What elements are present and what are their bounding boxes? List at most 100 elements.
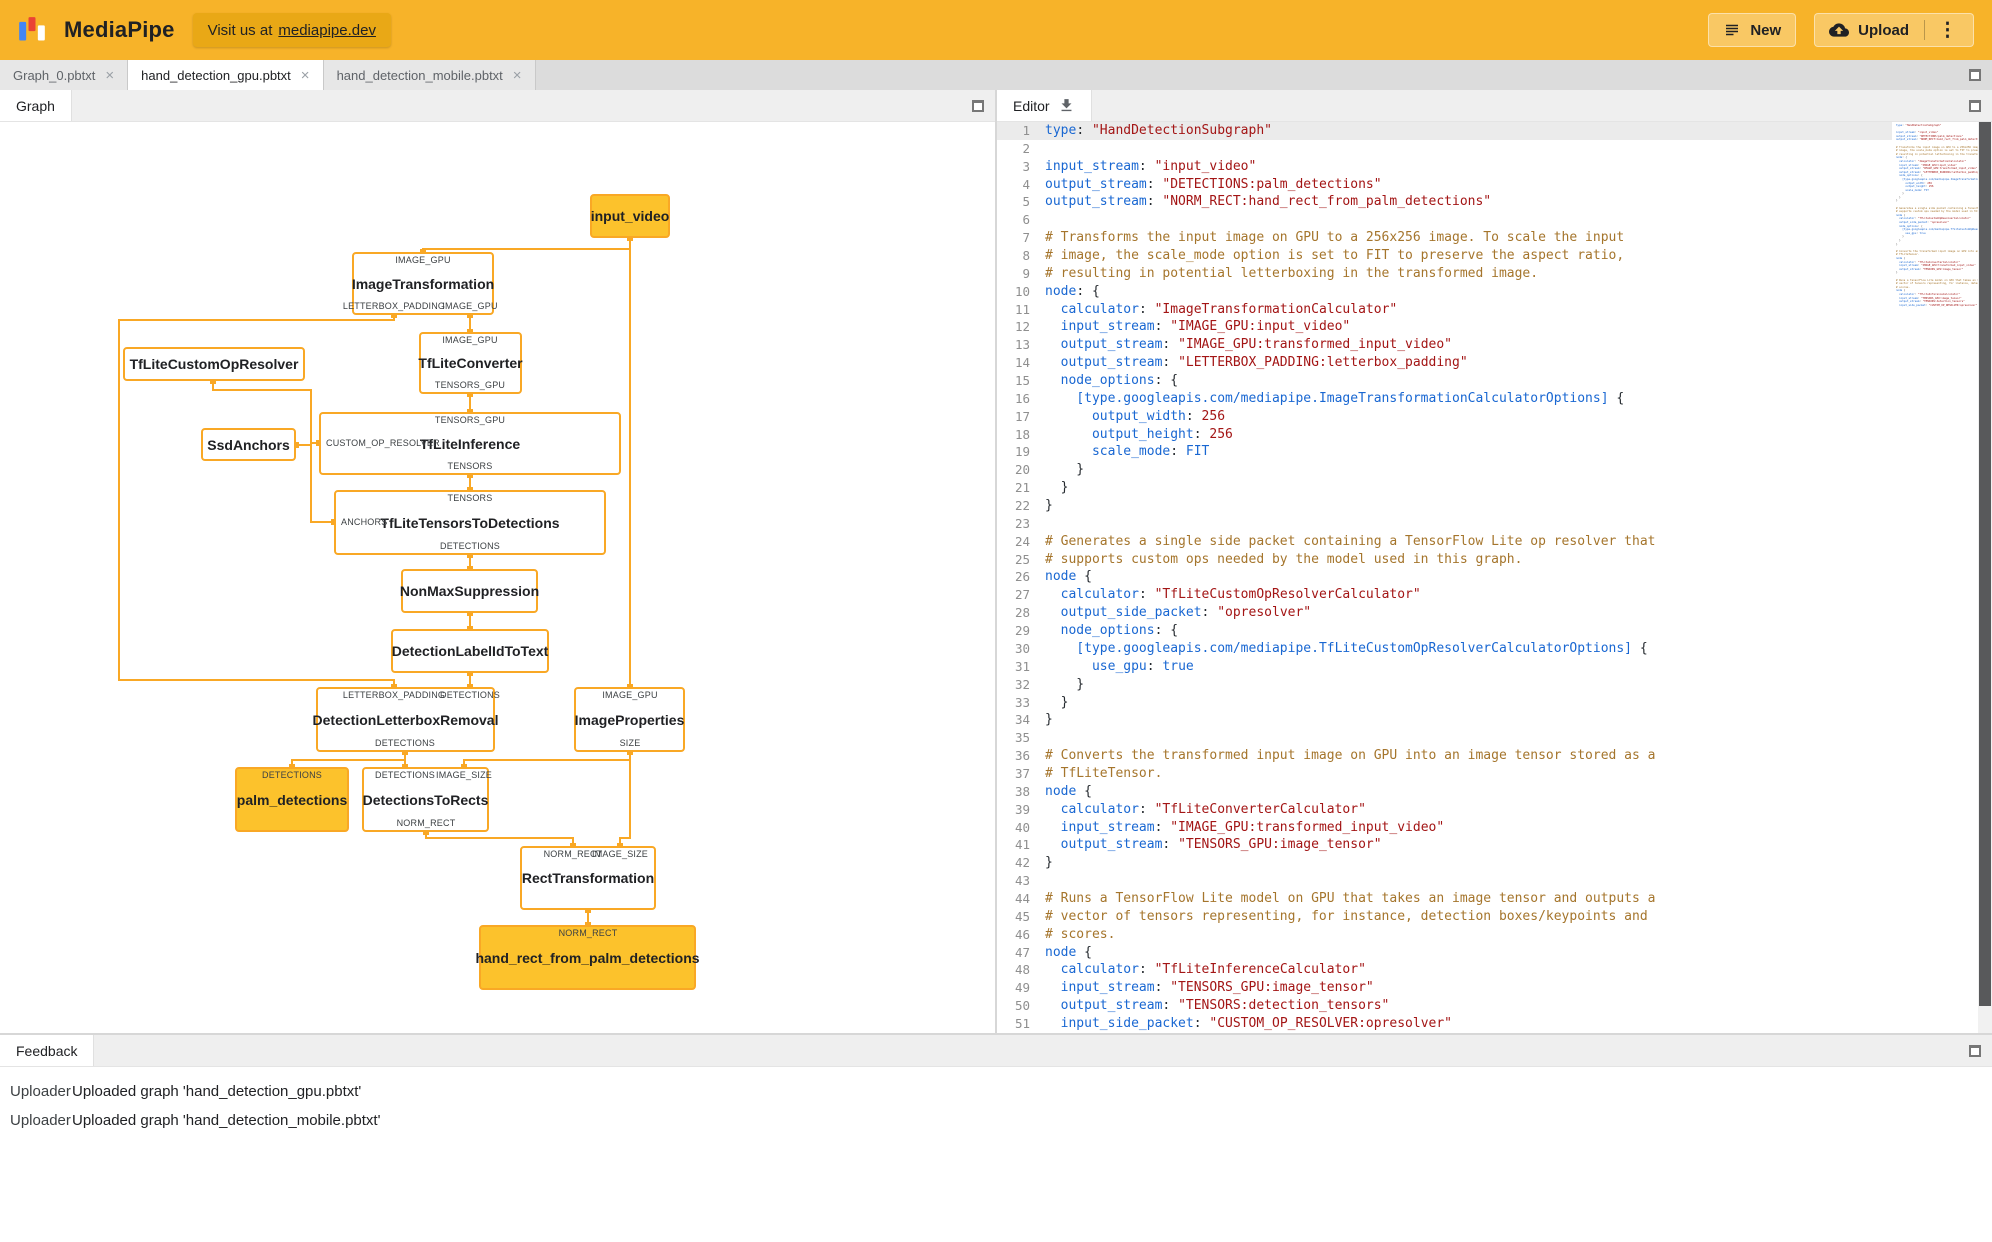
line-content: # Transforms the input image on GPU to a… (1045, 230, 1625, 246)
code-line[interactable]: 24 # Generates a single side packet conta… (997, 533, 1892, 551)
graph-node-input_video[interactable]: input_video (590, 194, 670, 238)
line-content: output_side_packet: "opresolver" (1060, 605, 1312, 621)
code-line[interactable]: 33 } (997, 694, 1892, 712)
code-line[interactable]: 10 node: { (997, 283, 1892, 301)
code-line[interactable]: 32 } (997, 676, 1892, 694)
code-line[interactable]: 16 [type.googleapis.com/mediapipe.ImageT… (997, 390, 1892, 408)
code-line[interactable]: 50 output_stream: "TENSORS:detection_ten… (997, 997, 1892, 1015)
editor-minimap[interactable]: type: "HandDetectionSubgraph" input_stre… (1892, 122, 1978, 1033)
line-number: 33 (1014, 694, 1030, 710)
download-icon[interactable] (1058, 97, 1075, 114)
cloud-upload-icon (1829, 23, 1850, 37)
code-line[interactable]: 11 calculator: "ImageTransformationCalcu… (997, 301, 1892, 319)
file-tab[interactable]: hand_detection_gpu.pbtxt × (128, 60, 324, 90)
code-line[interactable]: 34} (997, 711, 1892, 729)
code-line[interactable]: 1 type: "HandDetectionSubgraph" (997, 122, 1892, 140)
visit-us-chip[interactable]: Visit us at mediapipe.dev (192, 13, 391, 47)
code-line[interactable]: 2 (997, 140, 1892, 158)
code-line[interactable]: 13 output_stream: "IMAGE_GPU:transformed… (997, 336, 1892, 354)
mediapipe-dev-link[interactable]: mediapipe.dev (278, 22, 376, 39)
maximize-icon[interactable] (972, 99, 984, 112)
code-line[interactable]: 30 [type.googleapis.com/mediapipe.TfLite… (997, 640, 1892, 658)
line-number: 41 (1014, 837, 1030, 853)
close-tab-icon[interactable]: × (513, 68, 522, 83)
code-line[interactable]: 49 input_stream: "TENSORS_GPU:image_tens… (997, 979, 1892, 997)
code-line[interactable]: 12 input_stream: "IMAGE_GPU:input_video" (997, 318, 1892, 336)
code-line[interactable]: 20 } (997, 461, 1892, 479)
line-number: 15 (1014, 373, 1030, 389)
code-line[interactable]: 6 (997, 211, 1892, 229)
code-line[interactable]: 35 (997, 729, 1892, 747)
code-line[interactable]: 47 node { (997, 944, 1892, 962)
port-label: TENSORS_GPU (434, 415, 506, 425)
tab-graph[interactable]: Graph (0, 90, 72, 121)
code-line[interactable]: 14 output_stream: "LETTERBOX_PADDING:let… (997, 354, 1892, 372)
close-tab-icon[interactable]: × (301, 68, 310, 83)
upload-button[interactable]: Upload ⋮ (1814, 13, 1974, 47)
scrollbar-thumb[interactable] (1979, 122, 1991, 1006)
code-line[interactable]: 51 input_side_packet: "CUSTOM_OP_RESOLVE… (997, 1015, 1892, 1033)
new-button[interactable]: New (1708, 13, 1797, 47)
code-line[interactable]: 7 # Transforms the input image on GPU to … (997, 229, 1892, 247)
code-line[interactable]: 9 # resulting in potential letterboxing i… (997, 265, 1892, 283)
code-line[interactable]: 26 node { (997, 568, 1892, 586)
line-content: } (1045, 855, 1053, 871)
graph-node-label: NonMaxSuppression (399, 583, 540, 599)
graph-node-NonMaxSuppression[interactable]: NonMaxSuppression (399, 569, 540, 613)
close-tab-icon[interactable]: × (105, 68, 114, 83)
code-line[interactable]: 42} (997, 854, 1892, 872)
code-line[interactable]: 22} (997, 497, 1892, 515)
port-label: DETECTIONS (374, 770, 436, 780)
code-line[interactable]: 44 # Runs a TensorFlow Lite model on GPU … (997, 890, 1892, 908)
code-line[interactable]: 48 calculator: "TfLiteInferenceCalculato… (997, 961, 1892, 979)
code-line[interactable]: 43 (997, 872, 1892, 890)
line-number: 51 (1014, 1015, 1030, 1031)
graph-node-SsdAnchors[interactable]: SsdAnchors (201, 428, 296, 461)
graph-node-TfLiteCustomOpResolver[interactable]: TfLiteCustomOpResolver (123, 347, 305, 381)
more-options-icon[interactable]: ⋮ (1936, 21, 1959, 40)
feedback-panel-strip: Feedback (0, 1035, 1992, 1067)
code-editor[interactable]: 1 type: "HandDetectionSubgraph" 2 3 input_st… (997, 122, 1992, 1033)
code-line[interactable]: 28 output_side_packet: "opresolver" (997, 604, 1892, 622)
app-title: MediaPipe (64, 17, 175, 42)
maximize-icon[interactable] (1969, 69, 1981, 81)
code-line[interactable]: 36 # Converts the transformed input image… (997, 747, 1892, 765)
code-line[interactable]: 46 # scores. (997, 926, 1892, 944)
line-content: input_stream: "IMAGE_GPU:transformed_inp… (1060, 819, 1445, 835)
code-line[interactable]: 41 output_stream: "TENSORS_GPU:image_ten… (997, 836, 1892, 854)
line-number: 26 (1014, 569, 1030, 585)
code-line[interactable]: 19 scale_mode: FIT (997, 443, 1892, 461)
button-divider (1924, 20, 1925, 40)
line-content: node_options: { (1060, 623, 1179, 639)
maximize-icon[interactable] (1969, 99, 1981, 112)
graph-canvas[interactable]: input_video ImageTransformation IMAGE_GPU L… (0, 122, 995, 1033)
code-line[interactable]: 45 # vector of tensors representing, for … (997, 908, 1892, 926)
tab-editor[interactable]: Editor (997, 90, 1092, 121)
code-line[interactable]: 37 # TfLiteTensor. (997, 765, 1892, 783)
code-line[interactable]: 5 output_stream: "NORM_RECT:hand_rect_fro… (997, 193, 1892, 211)
code-line[interactable]: 8 # image, the scale_mode option is set t… (997, 247, 1892, 265)
code-line[interactable]: 39 calculator: "TfLiteConverterCalculato… (997, 801, 1892, 819)
code-line[interactable]: 15 node_options: { (997, 372, 1892, 390)
code-line[interactable]: 27 calculator: "TfLiteCustomOpResolverCa… (997, 586, 1892, 604)
line-content: } (1045, 676, 1085, 692)
maximize-icon[interactable] (1969, 1044, 1981, 1057)
line-content: output_stream: "DETECTIONS:palm_detectio… (1045, 176, 1382, 192)
code-line[interactable]: 17 output_width: 256 (997, 408, 1892, 426)
code-line[interactable]: 3 input_stream: "input_video" (997, 158, 1892, 176)
code-line[interactable]: 29 node_options: { (997, 622, 1892, 640)
code-line[interactable]: 21 } (997, 479, 1892, 497)
code-line[interactable]: 31 use_gpu: true (997, 658, 1892, 676)
line-number: 44 (1014, 890, 1030, 906)
editor-scrollbar[interactable] (1978, 122, 1992, 1033)
code-line[interactable]: 40 input_stream: "IMAGE_GPU:transformed_… (997, 819, 1892, 837)
code-line[interactable]: 23 (997, 515, 1892, 533)
tab-feedback[interactable]: Feedback (0, 1035, 95, 1066)
code-line[interactable]: 38 node { (997, 783, 1892, 801)
code-line[interactable]: 4 output_stream: "DETECTIONS:palm_detecti… (997, 176, 1892, 194)
file-tab[interactable]: hand_detection_mobile.pbtxt × (323, 60, 536, 90)
code-line[interactable]: 18 output_height: 256 (997, 426, 1892, 444)
file-tab[interactable]: Graph_0.pbtxt × (0, 60, 129, 90)
graph-node-DetectionLabelIdToText[interactable]: DetectionLabelIdToText (391, 629, 549, 673)
code-line[interactable]: 25 # supports custom ops needed by the mo… (997, 551, 1892, 569)
